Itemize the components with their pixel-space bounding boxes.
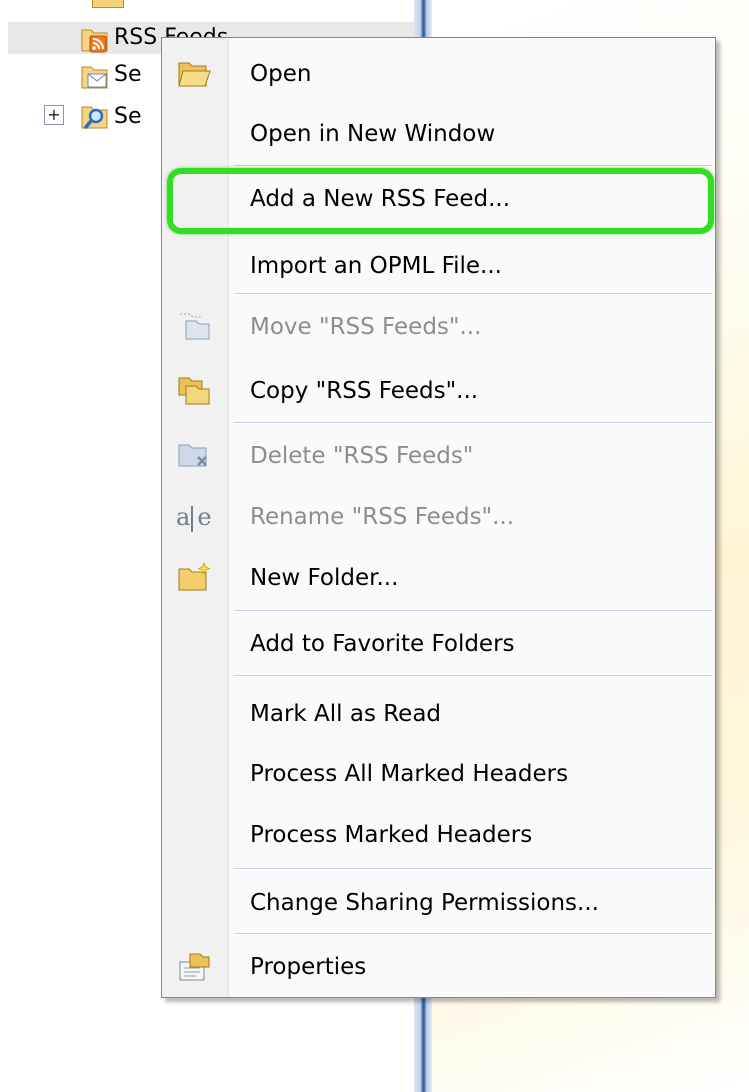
menu-item-label: Process All Marked Headers (250, 761, 569, 787)
menu-item-label: Import an OPML File... (250, 253, 502, 279)
menu-item-label: Process Marked Headers (250, 822, 533, 848)
menu-separator (234, 933, 712, 935)
rename-icon: ae (176, 503, 212, 532)
highlight-annotation (167, 168, 714, 234)
menu-item-import-opml[interactable]: Import an OPML File... (162, 236, 715, 296)
menu-separator (234, 610, 712, 612)
menu-item-move[interactable]: Move "RSS Feeds"... (162, 297, 715, 357)
menu-item-delete[interactable]: Delete "RSS Feeds" (162, 426, 715, 486)
open-folder-icon (176, 57, 212, 91)
search-folder-icon (80, 101, 108, 129)
menu-item-label: Delete "RSS Feeds" (250, 443, 474, 469)
menu-item-new-folder[interactable]: New Folder... (162, 548, 715, 608)
tree-item-label: Se (114, 104, 142, 129)
move-folder-icon (176, 310, 212, 344)
menu-item-label: Properties (250, 954, 367, 980)
menu-item-label: Add to Favorite Folders (250, 631, 515, 657)
expand-toggle[interactable]: + (44, 105, 64, 125)
menu-separator (234, 165, 712, 167)
menu-item-open-new-window[interactable]: Open in New Window (162, 104, 715, 164)
menu-item-process-all-marked[interactable]: Process All Marked Headers (162, 744, 715, 804)
menu-item-label: Open in New Window (250, 121, 496, 147)
menu-item-open[interactable]: Open (162, 44, 715, 104)
menu-item-label: Open (250, 61, 312, 87)
menu-item-label: Rename "RSS Feeds"... (250, 504, 515, 530)
menu-item-copy[interactable]: Copy "RSS Feeds"... (162, 361, 715, 421)
sent-folder-icon (80, 61, 108, 89)
new-folder-icon (176, 561, 212, 595)
menu-item-rename[interactable]: ae Rename "RSS Feeds"... (162, 487, 715, 547)
menu-item-label: Change Sharing Permissions... (250, 890, 599, 916)
menu-item-sharing-permissions[interactable]: Change Sharing Permissions... (162, 873, 715, 933)
menu-item-process-marked[interactable]: Process Marked Headers (162, 805, 715, 865)
delete-folder-icon (176, 439, 212, 473)
menu-item-add-favorites[interactable]: Add to Favorite Folders (162, 614, 715, 674)
menu-item-mark-all-read[interactable]: Mark All as Read (162, 684, 715, 744)
menu-item-label: Copy "RSS Feeds"... (250, 378, 479, 404)
menu-separator (234, 868, 712, 870)
menu-item-properties[interactable]: Properties (162, 937, 715, 997)
tree-row-partial (8, 0, 414, 8)
menu-separator (234, 675, 712, 677)
menu-item-label: New Folder... (250, 565, 399, 591)
menu-item-label: Move "RSS Feeds"... (250, 314, 482, 340)
menu-item-label: Mark All as Read (250, 701, 442, 727)
copy-folder-icon (176, 374, 212, 408)
menu-separator (234, 422, 712, 424)
properties-icon (176, 950, 212, 984)
menu-separator (234, 293, 712, 295)
tree-item-label: Se (114, 62, 142, 87)
rss-folder-icon (80, 24, 108, 53)
folder-icon (92, 0, 124, 8)
